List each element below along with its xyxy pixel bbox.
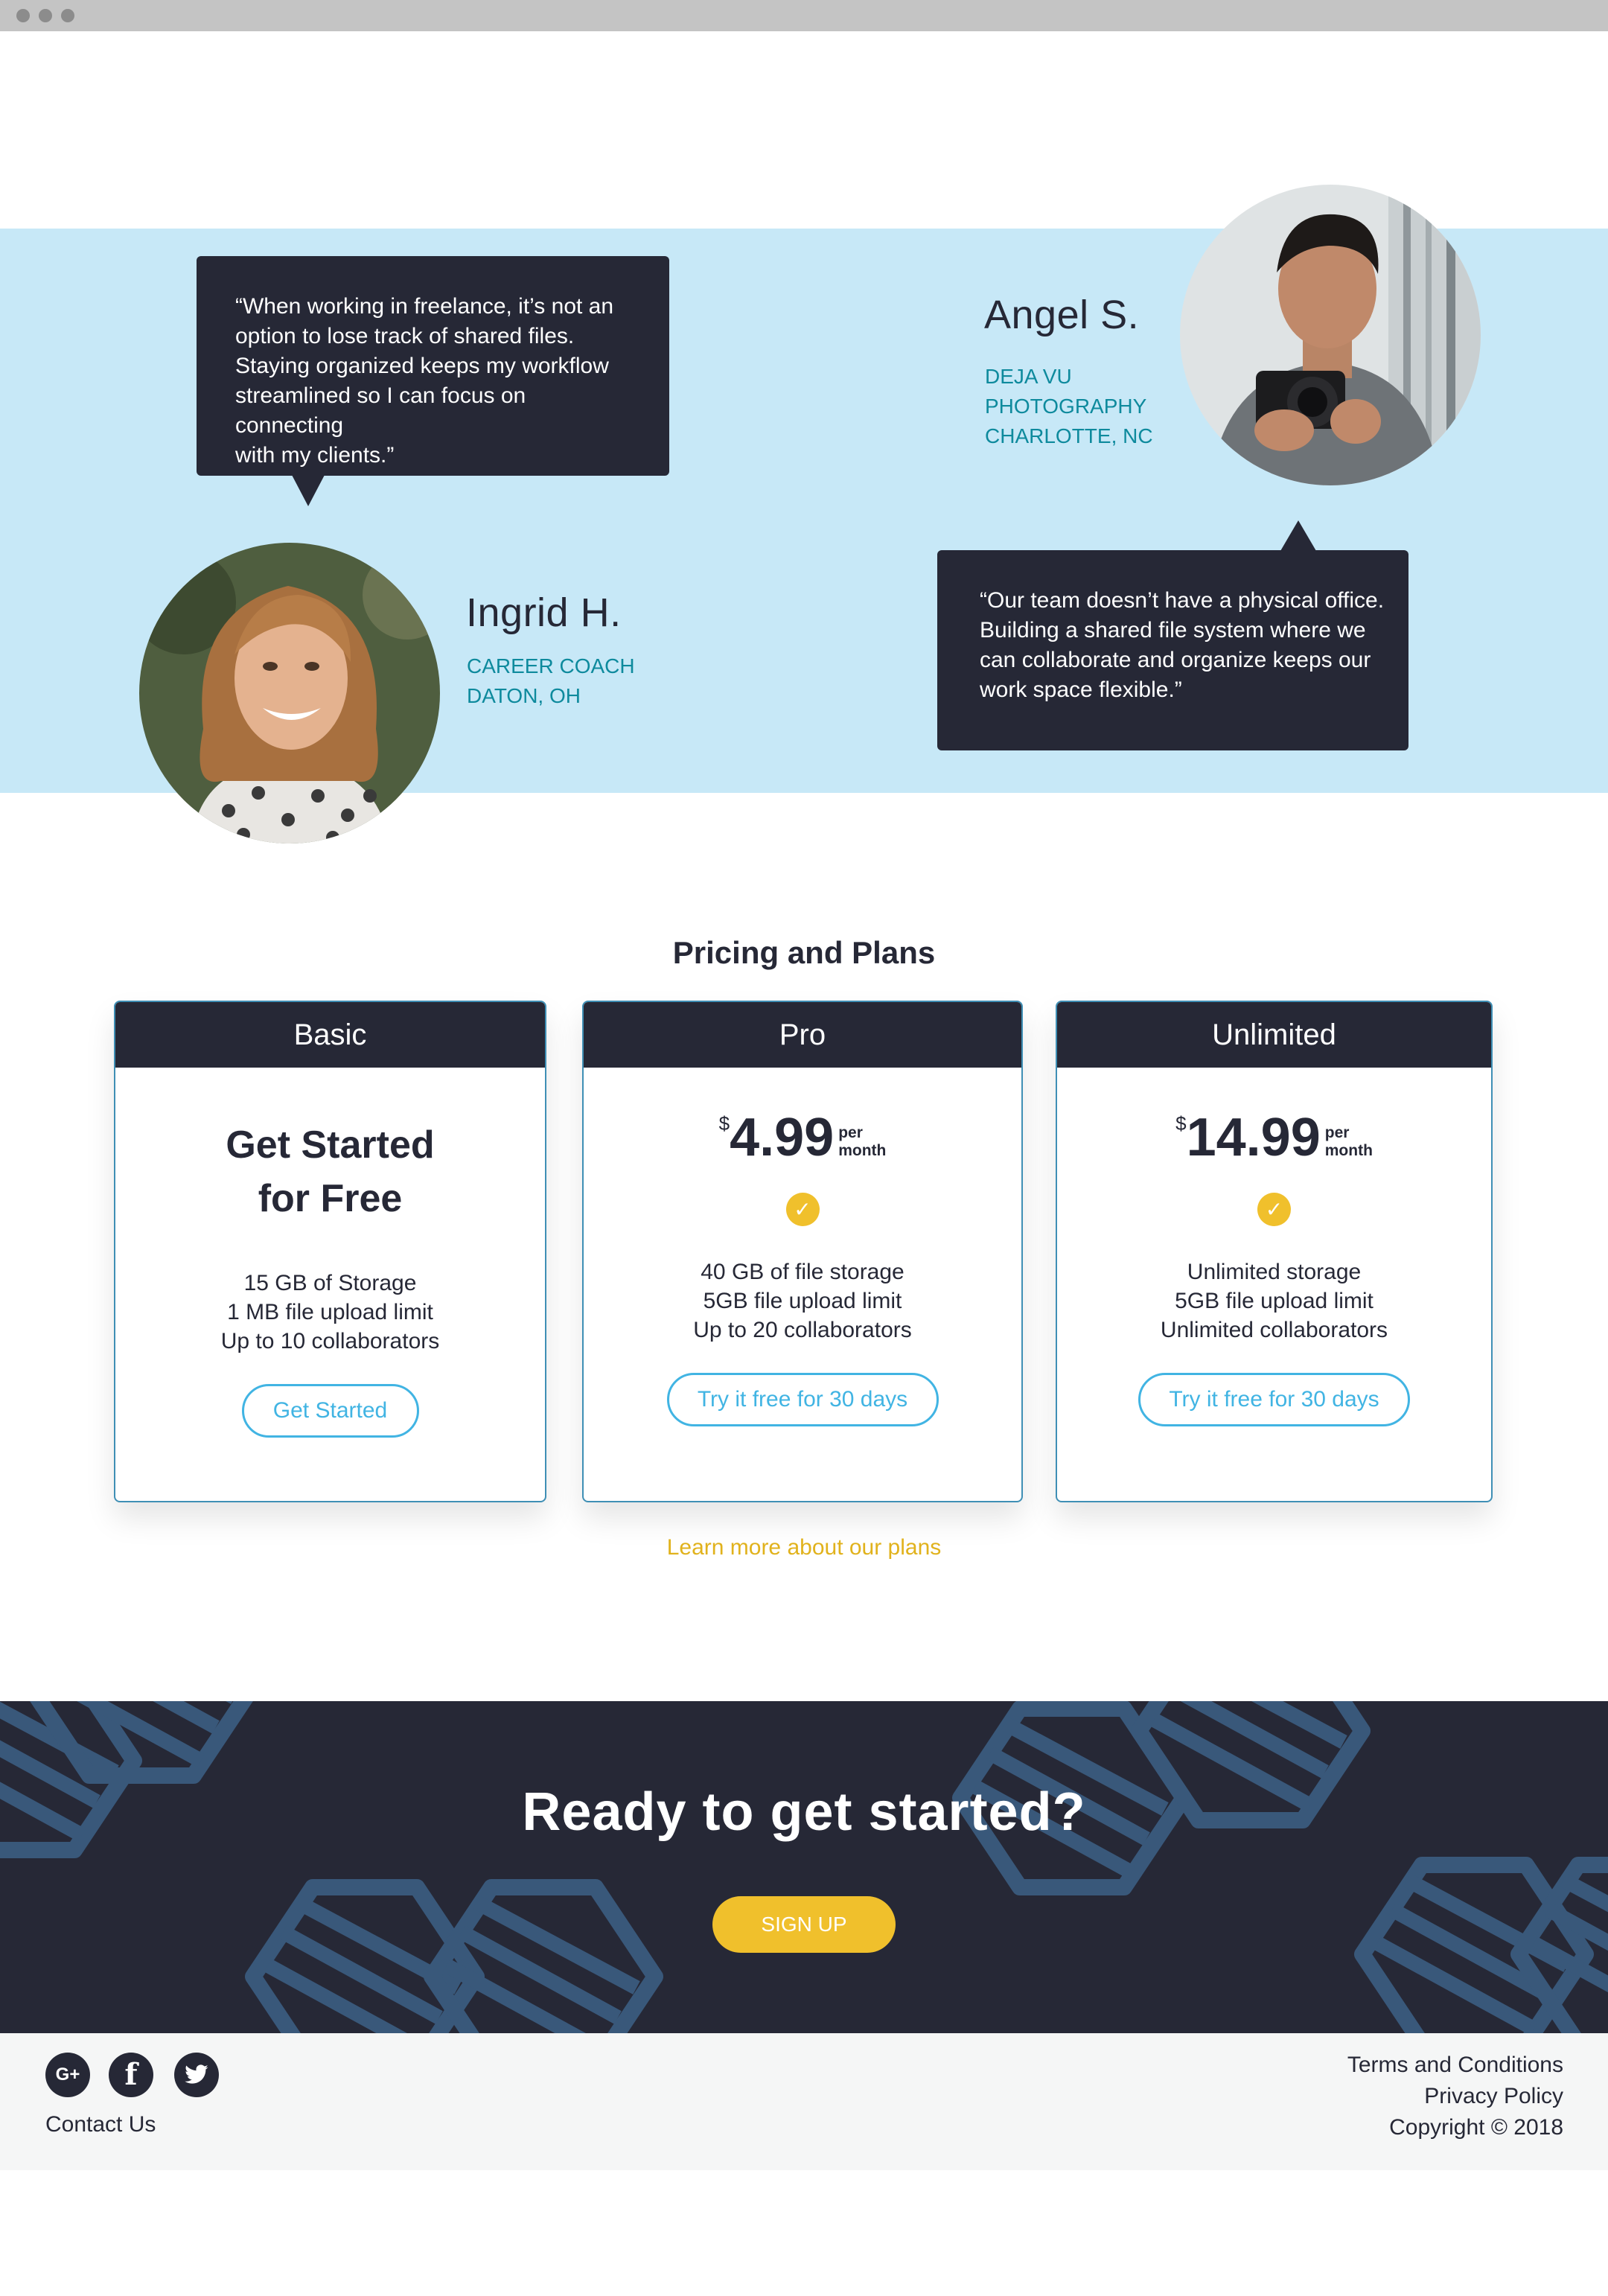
testimonial-role: DEJA VU [985,365,1072,388]
price-period-line: month [838,1142,887,1159]
plan-card-pro: Pro $4.99 per month ✓ 40 GB of file storag… [582,1001,1023,1502]
quote-line: streamlined so I can focus on connecting [235,383,526,438]
plan-feature: 15 GB of Storage [243,1271,417,1295]
window-dot-icon[interactable] [16,9,30,22]
plan-headline-line: for Free [258,1177,403,1220]
plan-feature: Up to 10 collaborators [220,1329,440,1353]
price-period-line: per [838,1124,863,1141]
learn-more-link[interactable]: Learn more about our plans [0,1535,1608,1560]
plan-feature: Up to 20 collaborators [693,1318,912,1342]
price-period-line: month [1324,1142,1373,1159]
testimonial-name-ingrid: Ingrid H. [466,590,622,635]
plan-price: $4.99 per month [584,1109,1021,1166]
quote-line: “When working in freelance, it’s not an [235,294,614,319]
quote-line: work space flexible.” [980,677,1182,702]
footer: G+ f Contact Us Terms and Conditions Pri… [0,2033,1608,2170]
quote-line: “Our team doesn’t have a physical office… [980,588,1385,613]
testimonial-role: CAREER COACH [467,654,635,677]
plan-price: $14.99 per month [1057,1109,1491,1166]
testimonial-location: DATON, OH [467,684,581,707]
testimonial-role: PHOTOGRAPHY [985,395,1147,418]
copyright-text: Copyright © 2018 [1389,2115,1563,2140]
plan-feature: 5GB file upload limit [1175,1289,1374,1313]
plan-features: 40 GB of file storage 5GB file upload li… [584,1257,1021,1345]
price-period: per month [1325,1124,1373,1160]
cta-title: Ready to get started? [522,1782,1086,1842]
footer-links: Terms and Conditions Privacy Policy Copy… [1347,2050,1563,2143]
quote-line: Staying organized keeps my workflow [235,354,609,378]
testimonial-quote-angel: “Our team doesn’t have a physical office… [937,520,1408,750]
plan-feature: Unlimited collaborators [1160,1318,1388,1342]
plan-headline: Get Started for Free [115,1118,545,1225]
google-plus-icon[interactable]: G+ [45,2053,90,2097]
avatar-ingrid [139,543,440,844]
testimonial-name-angel: Angel S. [984,293,1140,337]
check-icon: ✓ [785,1193,820,1226]
plan-feature: 40 GB of file storage [701,1260,904,1284]
quote-line: option to lose track of shared files. [235,324,575,348]
terms-link[interactable]: Terms and Conditions [1347,2050,1563,2081]
pricing-title: Pricing and Plans [672,935,936,970]
quote-line: can collaborate and organize keeps our [980,648,1371,672]
plan-features: 15 GB of Storage 1 MB file upload limit … [115,1269,545,1356]
testimonial-meta-angel: DEJA VU PHOTOGRAPHY CHARLOTTE, NC [985,362,1153,451]
testimonial-location: CHARLOTTE, NC [985,424,1153,447]
window-dot-icon[interactable] [61,9,74,22]
try-free-button-pro[interactable]: Try it free for 30 days [666,1373,939,1426]
price-currency: $ [718,1112,730,1135]
avatar-angel [1180,185,1481,485]
price-amount: 14.99 [1186,1108,1321,1167]
plan-feature: Unlimited storage [1187,1260,1362,1284]
testimonial-meta-ingrid: CAREER COACH DATON, OH [467,651,635,711]
plan-headline-line: Get Started [226,1123,435,1167]
plan-card-basic: Basic Get Started for Free 15 GB of Stor… [114,1001,546,1502]
privacy-link[interactable]: Privacy Policy [1347,2081,1563,2112]
hexagon-pattern-icon [0,1701,1608,2033]
testimonial-quote-ingrid: “When working in freelance, it’s not an … [197,256,669,506]
quote-line: with my clients.” [235,443,395,468]
plan-name: Pro [584,1002,1021,1068]
price-period: per month [838,1124,886,1160]
contact-us-link[interactable]: Contact Us [45,2112,156,2137]
plan-feature: 5GB file upload limit [703,1289,902,1313]
plan-name: Basic [115,1002,545,1068]
browser-chrome [0,0,1608,31]
price-amount: 4.99 [730,1108,835,1167]
check-icon: ✓ [1257,1193,1291,1226]
plan-feature: 1 MB file upload limit [227,1300,433,1324]
plan-features: Unlimited storage 5GB file upload limit … [1057,1257,1491,1345]
plan-name: Unlimited [1057,1002,1491,1068]
facebook-icon[interactable]: f [109,2053,153,2097]
plan-card-unlimited: Unlimited $14.99 per month ✓ Unlimited sto… [1056,1001,1493,1502]
quote-line: Building a shared file system where we [980,618,1366,642]
sign-up-button[interactable]: SIGN UP [712,1896,896,1953]
price-period-line: per [1324,1124,1350,1141]
twitter-icon[interactable] [174,2053,219,2097]
cta-section: Ready to get started? SIGN UP [0,1701,1608,2033]
price-currency: $ [1175,1112,1187,1135]
window-dot-icon[interactable] [39,9,52,22]
try-free-button-unlimited[interactable]: Try it free for 30 days [1138,1373,1410,1426]
get-started-button[interactable]: Get Started [241,1384,419,1438]
